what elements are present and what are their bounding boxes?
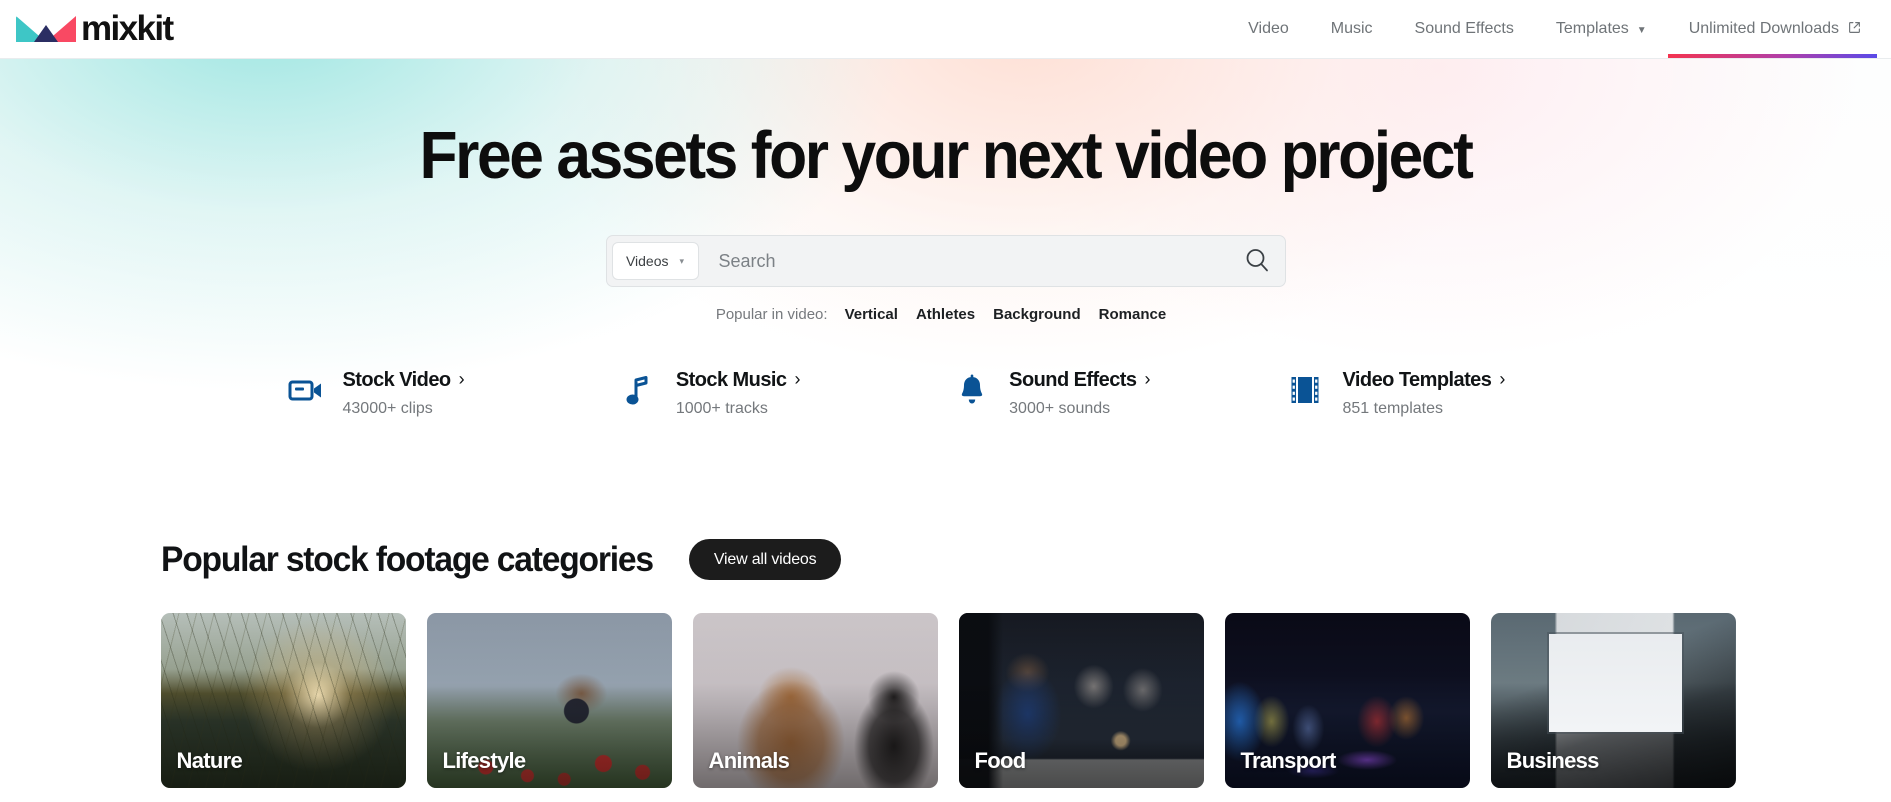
category-card-business[interactable]: Business xyxy=(1490,613,1736,788)
section-title: Popular stock footage categories xyxy=(160,539,654,579)
shortcut-stock-video[interactable]: Stock Video › 43000+ clips xyxy=(286,368,606,418)
chevron-right-icon: › xyxy=(1144,369,1150,390)
search-icon xyxy=(1243,246,1271,277)
hero-section: Free assets for your next video project … xyxy=(0,59,1891,479)
nav-item-music[interactable]: Music xyxy=(1310,0,1394,58)
shortcut-body: Stock Video › 43000+ clips xyxy=(343,368,465,418)
chevron-right-icon: › xyxy=(1499,369,1505,390)
shortcut-title: Sound Effects xyxy=(1009,369,1137,392)
nav-item-unlimited-downloads[interactable]: Unlimited Downloads xyxy=(1667,0,1877,58)
view-all-videos-button[interactable]: View all videos xyxy=(688,539,842,580)
card-label: Business xyxy=(1506,748,1600,773)
shortcut-body: Video Templates › 851 templates xyxy=(1342,368,1505,418)
section-header: Popular stock footage categories View al… xyxy=(161,539,1731,580)
category-card-list: Nature Lifestyle Animals Food Transport … xyxy=(160,613,1736,788)
search-type-dropdown[interactable]: Videos ▾ xyxy=(611,242,699,281)
search-bar: Videos ▾ xyxy=(605,235,1286,288)
shortcut-title: Stock Video xyxy=(342,369,452,392)
shortcut-body: Stock Music › 1000+ tracks xyxy=(675,368,801,418)
film-strip-icon xyxy=(1285,368,1325,412)
popular-tag-background[interactable]: Background xyxy=(993,306,1081,323)
popular-tag-athletes[interactable]: Athletes xyxy=(916,306,975,323)
video-camera-icon xyxy=(286,368,326,412)
nav-item-label: Video xyxy=(1248,20,1289,37)
nav-item-label: Templates xyxy=(1555,20,1629,37)
asset-shortcuts: Stock Video › 43000+ clips Stock Music ›… xyxy=(286,368,1606,418)
popular-tag-romance[interactable]: Romance xyxy=(1099,306,1167,323)
card-label: Transport xyxy=(1240,748,1337,773)
chevron-down-icon: ▾ xyxy=(679,255,685,266)
search-type-label: Videos xyxy=(625,253,669,270)
search-input[interactable] xyxy=(698,241,1229,282)
card-label: Animals xyxy=(708,748,790,773)
card-label: Lifestyle xyxy=(442,748,527,773)
mixkit-logo-icon xyxy=(16,16,76,42)
shortcut-sound-effects[interactable]: Sound Effects › 3000+ sounds xyxy=(952,368,1272,418)
shortcut-title: Stock Music xyxy=(675,369,787,392)
active-nav-underline xyxy=(1667,54,1877,58)
card-label: Food xyxy=(974,748,1027,773)
shortcut-title-row: Sound Effects › xyxy=(1009,369,1150,392)
card-label: Nature xyxy=(176,748,243,773)
popular-tag-vertical[interactable]: Vertical xyxy=(845,306,898,323)
category-card-nature[interactable]: Nature xyxy=(160,613,406,788)
music-note-icon xyxy=(619,368,659,412)
nav-item-templates[interactable]: Templates ▼ xyxy=(1535,0,1668,58)
shortcut-subtitle: 851 templates xyxy=(1342,400,1443,418)
shortcut-title: Video Templates xyxy=(1342,369,1492,392)
nav-item-label: Unlimited Downloads xyxy=(1688,20,1839,37)
nav-item-video[interactable]: Video xyxy=(1227,0,1310,58)
category-card-lifestyle[interactable]: Lifestyle xyxy=(426,613,672,788)
shortcut-subtitle: 3000+ sounds xyxy=(1009,400,1111,418)
shortcut-title-row: Stock Video › xyxy=(343,369,465,392)
shortcut-title-row: Stock Music › xyxy=(675,369,801,392)
chevron-right-icon: › xyxy=(458,369,465,390)
popular-searches-label: Popular in video: xyxy=(715,306,828,324)
chevron-down-icon: ▼ xyxy=(1636,24,1647,36)
shortcut-body: Sound Effects › 3000+ sounds xyxy=(1009,368,1150,418)
popular-categories-section: Popular stock footage categories View al… xyxy=(160,539,1736,788)
chevron-right-icon: › xyxy=(794,369,800,390)
popular-searches: Popular in video: Vertical Athletes Backgro… xyxy=(0,307,1891,322)
logo-wedge-navy xyxy=(34,25,58,42)
site-header: mixkit Video Music Sound Effects Templat… xyxy=(0,0,1891,59)
main-nav: Video Music Sound Effects Templates ▼ Un… xyxy=(1227,0,1891,58)
shortcut-video-templates[interactable]: Video Templates › 851 templates xyxy=(1285,368,1605,418)
site-logo[interactable]: mixkit xyxy=(16,8,174,48)
shortcut-stock-music[interactable]: Stock Music › 1000+ tracks xyxy=(619,368,939,418)
shortcut-subtitle: 43000+ clips xyxy=(342,400,433,418)
external-link-icon xyxy=(1848,21,1861,39)
page-title: Free assets for your next video project xyxy=(419,118,1474,193)
category-card-animals[interactable]: Animals xyxy=(692,613,938,788)
nav-item-sound-effects[interactable]: Sound Effects xyxy=(1394,0,1535,58)
nav-item-label: Sound Effects xyxy=(1414,20,1514,37)
category-card-food[interactable]: Food xyxy=(958,613,1204,788)
logo-wordmark: mixkit xyxy=(81,8,174,48)
category-card-transport[interactable]: Transport xyxy=(1224,613,1470,788)
shortcut-title-row: Video Templates › xyxy=(1342,369,1505,392)
bell-icon xyxy=(952,368,992,412)
nav-item-label: Music xyxy=(1330,20,1373,37)
search-button[interactable] xyxy=(1229,236,1285,286)
shortcut-subtitle: 1000+ tracks xyxy=(675,400,768,418)
